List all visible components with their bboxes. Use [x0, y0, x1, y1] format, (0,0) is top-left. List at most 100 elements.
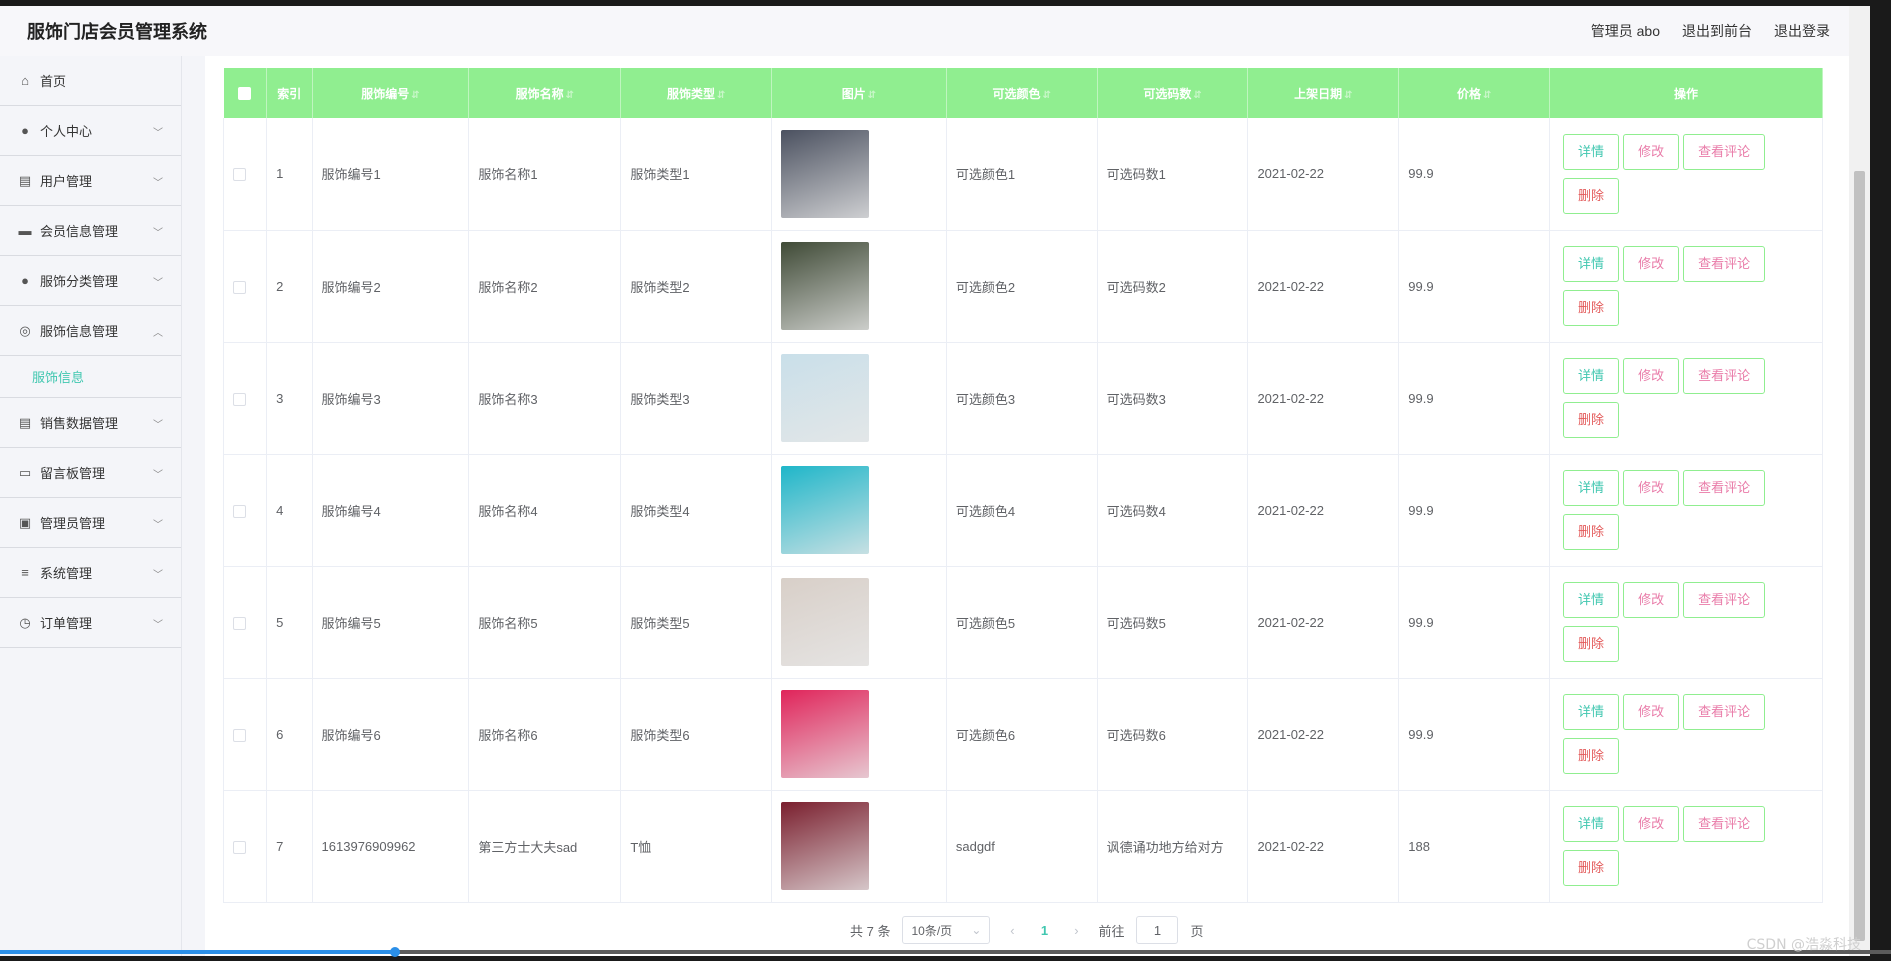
sidebar-item[interactable]: ◎ 服饰信息管理 ︿ — [0, 306, 181, 356]
row-checkbox[interactable] — [233, 280, 246, 294]
briefcase-icon: ▭ — [18, 464, 32, 480]
cell-type: 服饰类型1 — [620, 118, 773, 230]
detail-button[interactable]: 详情 — [1563, 694, 1620, 730]
cell-code: 服饰编号4 — [312, 454, 470, 566]
cell-actions: 详情 修改 查看评论删除 — [1549, 790, 1823, 902]
clothing-thumbnail[interactable] — [781, 578, 870, 666]
sort-icon[interactable]: ⇵ — [1344, 90, 1352, 101]
row-checkbox[interactable] — [233, 392, 246, 406]
detail-button[interactable]: 详情 — [1563, 470, 1620, 506]
prev-page-icon[interactable]: ‹ — [1002, 923, 1022, 938]
row-checkbox[interactable] — [233, 168, 246, 182]
column-header-label: 价格 — [1456, 86, 1481, 101]
column-header[interactable]: 价格 ⇵ — [1398, 68, 1551, 118]
detail-button[interactable]: 详情 — [1563, 133, 1620, 170]
delete-button[interactable]: 删除 — [1563, 850, 1620, 886]
select-all-cell[interactable] — [223, 68, 268, 118]
next-page-icon[interactable]: › — [1066, 923, 1086, 938]
row-select-cell[interactable] — [222, 790, 268, 902]
row-select-cell[interactable] — [222, 342, 268, 454]
delete-button[interactable]: 删除 — [1563, 402, 1620, 438]
edit-button[interactable]: 修改 — [1623, 358, 1680, 394]
edit-button[interactable]: 修改 — [1623, 582, 1680, 618]
edit-button[interactable]: 修改 — [1623, 470, 1680, 506]
cell-name: 第三方士大夫sad — [468, 790, 622, 902]
row-select-cell[interactable] — [222, 678, 268, 790]
cell-actions: 详情 修改 查看评论删除 — [1549, 230, 1823, 342]
clothing-thumbnail[interactable] — [781, 802, 870, 890]
sort-icon[interactable]: ⇵ — [868, 90, 876, 101]
edit-button[interactable]: 修改 — [1623, 806, 1680, 842]
sort-icon[interactable]: ⇵ — [1193, 90, 1201, 101]
column-header[interactable]: 服饰类型 ⇵ — [620, 68, 773, 118]
clothing-thumbnail[interactable] — [781, 690, 870, 778]
clothing-thumbnail[interactable] — [781, 354, 870, 442]
goto-page-input[interactable]: 1 — [1136, 916, 1179, 944]
edit-button[interactable]: 修改 — [1623, 133, 1680, 170]
sidebar-item[interactable]: ● 服饰分类管理 ﹀ — [0, 256, 181, 306]
column-header[interactable]: 上架日期 ⇵ — [1247, 68, 1400, 118]
view-comments-button[interactable]: 查看评论 — [1683, 582, 1766, 618]
row-select-cell[interactable] — [222, 230, 268, 342]
sidebar-item[interactable]: ⌂ 首页 — [0, 56, 181, 106]
column-header[interactable]: 可选颜色 ⇵ — [946, 68, 1098, 118]
detail-button[interactable]: 详情 — [1563, 358, 1620, 394]
delete-button[interactable]: 删除 — [1563, 290, 1620, 326]
delete-button[interactable]: 删除 — [1563, 514, 1620, 550]
row-checkbox[interactable] — [233, 616, 246, 630]
table-header-row: 索引 服饰编号 ⇵ 服饰名称 ⇵ 服饰类型 ⇵ 图片 ⇵ 可选颜色 ⇵ 可选码数 ⇵ 上架日期 ⇵ 价格 ⇵ 操作 — [223, 68, 1823, 118]
page-size-select[interactable]: 10条/页 ⌄ — [902, 916, 991, 944]
view-comments-button[interactable]: 查看评论 — [1683, 133, 1766, 170]
detail-button[interactable]: 详情 — [1563, 582, 1620, 618]
view-comments-button[interactable]: 查看评论 — [1683, 470, 1766, 506]
delete-button[interactable]: 删除 — [1563, 626, 1620, 662]
clothing-thumbnail[interactable] — [781, 129, 870, 218]
row-select-cell[interactable] — [222, 566, 268, 678]
vertical-scrollbar[interactable] — [1849, 6, 1870, 956]
exit-to-front-link[interactable]: 退出到前台 — [1682, 21, 1752, 41]
sidebar-item[interactable]: ▣ 管理员管理 ﹀ — [0, 498, 181, 548]
sort-icon[interactable]: ⇵ — [411, 90, 419, 101]
sidebar-item[interactable]: ▤ 用户管理 ﹀ — [0, 156, 181, 206]
sort-icon[interactable]: ⇵ — [717, 90, 725, 101]
column-header[interactable]: 服饰名称 ⇵ — [468, 68, 622, 118]
edit-button[interactable]: 修改 — [1623, 246, 1680, 282]
sidebar-item[interactable]: ▤ 销售数据管理 ﹀ — [0, 398, 181, 448]
progress-knob[interactable] — [390, 947, 400, 957]
cell-size: 可选码数1 — [1097, 118, 1249, 230]
sort-icon[interactable]: ⇵ — [1043, 90, 1051, 101]
sidebar-item[interactable]: ▭ 留言板管理 ﹀ — [0, 448, 181, 498]
row-select-cell[interactable] — [222, 454, 268, 566]
column-header[interactable]: 可选码数 ⇵ — [1097, 68, 1249, 118]
clothing-thumbnail[interactable] — [781, 242, 870, 330]
column-header[interactable]: 图片 ⇵ — [771, 68, 947, 118]
select-all-checkbox[interactable] — [238, 87, 252, 101]
detail-button[interactable]: 详情 — [1563, 246, 1620, 282]
scrollbar-thumb[interactable] — [1854, 171, 1865, 941]
sidebar-item[interactable]: ◷ 订单管理 ﹀ — [0, 598, 181, 648]
view-comments-button[interactable]: 查看评论 — [1683, 246, 1766, 282]
page-number-current[interactable]: 1 — [1034, 923, 1054, 938]
sidebar-item[interactable]: ▬ 会员信息管理 ﹀ — [0, 206, 181, 256]
row-select-cell[interactable] — [222, 118, 268, 230]
video-progress-bar[interactable] — [0, 947, 1891, 957]
row-checkbox[interactable] — [233, 728, 246, 742]
sort-icon[interactable]: ⇵ — [1483, 90, 1491, 101]
sort-icon[interactable]: ⇵ — [566, 90, 574, 101]
detail-button[interactable]: 详情 — [1563, 806, 1620, 842]
logout-link[interactable]: 退出登录 — [1774, 21, 1830, 41]
column-header[interactable]: 服饰编号 ⇵ — [312, 68, 470, 118]
edit-button[interactable]: 修改 — [1623, 694, 1680, 730]
row-checkbox[interactable] — [233, 840, 246, 854]
clothing-thumbnail[interactable] — [781, 466, 870, 554]
sidebar-subitem[interactable]: 服饰信息 — [0, 356, 181, 398]
delete-button[interactable]: 删除 — [1563, 177, 1620, 214]
view-comments-button[interactable]: 查看评论 — [1683, 806, 1766, 842]
view-comments-button[interactable]: 查看评论 — [1683, 358, 1766, 394]
delete-button[interactable]: 删除 — [1563, 738, 1620, 774]
view-comments-button[interactable]: 查看评论 — [1683, 694, 1766, 730]
sidebar-item[interactable]: ● 个人中心 ﹀ — [0, 106, 181, 156]
row-checkbox[interactable] — [233, 504, 246, 518]
pagination: 共 7 条 10条/页 ⌄ ‹ 1 › 前往 1 页 — [850, 916, 1204, 944]
sidebar-item[interactable]: ≡ 系统管理 ﹀ — [0, 548, 181, 598]
